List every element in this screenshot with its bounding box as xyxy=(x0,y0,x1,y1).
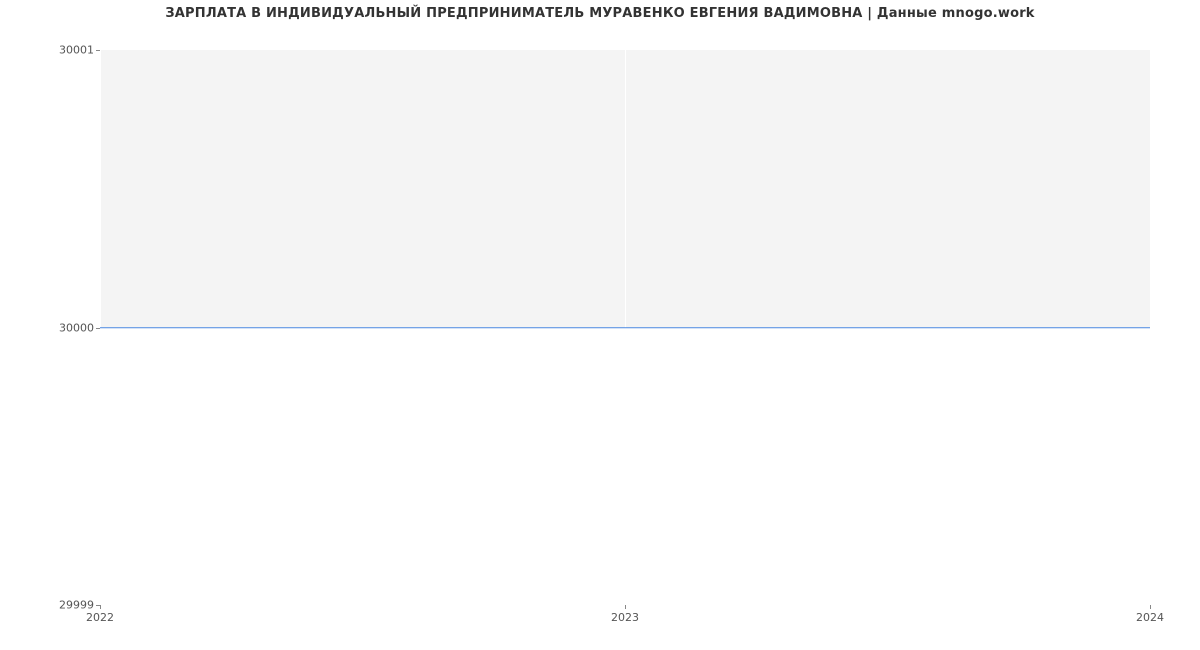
salary-chart: ЗАРПЛАТА В ИНДИВИДУАЛЬНЫЙ ПРЕДПРИНИМАТЕЛ… xyxy=(0,0,1200,650)
plot-area xyxy=(100,50,1150,605)
y-tick-mark xyxy=(96,50,100,51)
x-tick-mark xyxy=(100,605,101,609)
y-tick-label: 30000 xyxy=(59,321,94,334)
x-tick-mark xyxy=(625,605,626,609)
x-tick-label: 2023 xyxy=(611,611,639,624)
y-tick-label: 30001 xyxy=(59,44,94,57)
series-line xyxy=(100,327,1150,328)
y-tick-mark xyxy=(96,328,100,329)
x-tick-label: 2024 xyxy=(1136,611,1164,624)
chart-title: ЗАРПЛАТА В ИНДИВИДУАЛЬНЫЙ ПРЕДПРИНИМАТЕЛ… xyxy=(0,6,1200,21)
y-tick-label: 29999 xyxy=(59,599,94,612)
x-gridline xyxy=(1150,50,1151,605)
x-tick-mark xyxy=(1150,605,1151,609)
x-tick-label: 2022 xyxy=(86,611,114,624)
